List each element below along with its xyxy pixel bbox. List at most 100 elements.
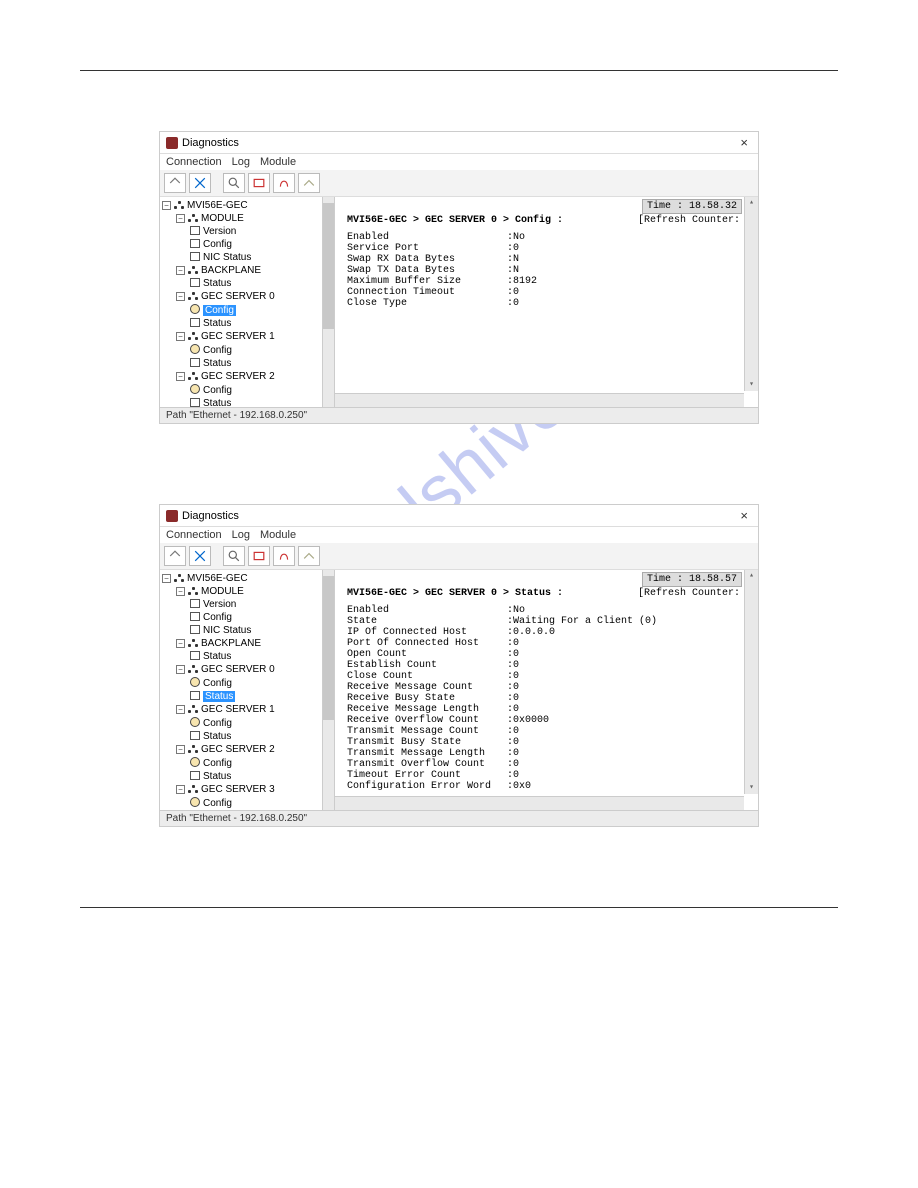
menu-module[interactable]: Module: [260, 156, 296, 168]
tree-item-version[interactable]: Version: [162, 225, 320, 238]
detail-vscroll[interactable]: ▴ ▾: [744, 570, 758, 794]
toggle-icon[interactable]: −: [162, 201, 171, 210]
toggle-icon[interactable]: −: [176, 639, 185, 648]
close-icon[interactable]: ×: [736, 135, 752, 150]
menu-module[interactable]: Module: [260, 529, 296, 541]
detail-hscroll[interactable]: [335, 796, 744, 810]
toolbar-btn-2[interactable]: [189, 173, 211, 193]
tree-pane[interactable]: −MVI56E-GEC−MODULEVersionConfigNIC Statu…: [160, 570, 335, 810]
tree-item-nic-status[interactable]: NIC Status: [162, 624, 320, 637]
tree-item-status[interactable]: Status: [162, 277, 320, 290]
toggle-icon[interactable]: −: [176, 292, 185, 301]
tree-scrollbar[interactable]: [322, 570, 334, 810]
tree-module[interactable]: −MODULE: [162, 212, 320, 225]
toolbar-btn-3-search-icon[interactable]: [223, 546, 245, 566]
toolbar-btn-6[interactable]: [298, 546, 320, 566]
kv-key: Transmit Busy State: [347, 737, 507, 748]
toggle-icon[interactable]: −: [176, 785, 185, 794]
toolbar-btn-2[interactable]: [189, 546, 211, 566]
toolbar-btn-5[interactable]: [273, 546, 295, 566]
tree-scrollbar[interactable]: [322, 197, 334, 407]
tree-item-config[interactable]: Config: [162, 238, 320, 251]
toggle-icon[interactable]: −: [176, 665, 185, 674]
menu-connection[interactable]: Connection: [166, 529, 222, 541]
tree-server-2[interactable]: −GEC SERVER 2: [162, 743, 320, 756]
tree-item-server0-config[interactable]: Config: [162, 676, 320, 690]
window-title: Diagnostics: [182, 510, 239, 522]
menu-log[interactable]: Log: [232, 529, 250, 541]
toolbar-btn-4[interactable]: [248, 546, 270, 566]
tree-item-server2-config[interactable]: Config: [162, 756, 320, 770]
kv-key: Close Type: [347, 298, 507, 309]
tree-item-version[interactable]: Version: [162, 598, 320, 611]
tree-server-0[interactable]: −GEC SERVER 0: [162, 290, 320, 303]
toolbar-btn-4[interactable]: [248, 173, 270, 193]
tree-server-1[interactable]: −GEC SERVER 1: [162, 703, 320, 716]
tree-item-server1-status[interactable]: Status: [162, 730, 320, 743]
tree-item-server0-config[interactable]: Config: [162, 303, 320, 317]
document-icon: [190, 599, 200, 608]
tree-server-3[interactable]: −GEC SERVER 3: [162, 783, 320, 796]
kv-value: :0: [507, 704, 519, 715]
network-icon: [188, 639, 198, 647]
menu-log[interactable]: Log: [232, 156, 250, 168]
tree-item-server3-config[interactable]: Config: [162, 796, 320, 810]
tree-pane[interactable]: −MVI56E-GEC−MODULEVersionConfigNIC Statu…: [160, 197, 335, 407]
kv-key: Transmit Overflow Count: [347, 759, 507, 770]
tree-item-server1-config[interactable]: Config: [162, 716, 320, 730]
toolbar-btn-6[interactable]: [298, 173, 320, 193]
toggle-icon[interactable]: −: [176, 266, 185, 275]
toggle-icon[interactable]: −: [162, 574, 171, 583]
status-values: Enabled:NoState:Waiting For a Client (0)…: [335, 605, 758, 792]
tree-item-server2-status[interactable]: Status: [162, 397, 320, 407]
tree-server-1[interactable]: −GEC SERVER 1: [162, 330, 320, 343]
toolbar-btn-5[interactable]: [273, 173, 295, 193]
document-icon: [190, 398, 200, 407]
tree-root[interactable]: −MVI56E-GEC: [162, 199, 320, 212]
tree-item-config[interactable]: Config: [162, 611, 320, 624]
titlebar[interactable]: Diagnostics ×: [160, 505, 758, 527]
tree-module[interactable]: −MODULE: [162, 585, 320, 598]
time-display: Time : 18.58.32: [642, 199, 742, 214]
kv-key: Receive Busy State: [347, 693, 507, 704]
toolbar-btn-3-search-icon[interactable]: [223, 173, 245, 193]
scroll-up-icon[interactable]: ▴: [746, 197, 758, 209]
kv-value: :0x0000: [507, 715, 549, 726]
detail-hscroll[interactable]: [335, 393, 744, 407]
toggle-icon[interactable]: −: [176, 332, 185, 341]
tree-item-server2-status[interactable]: Status: [162, 770, 320, 783]
config-values: Enabled:NoService Port:0Swap RX Data Byt…: [335, 232, 758, 309]
tree-item-server1-status[interactable]: Status: [162, 357, 320, 370]
tree-backplane[interactable]: −BACKPLANE: [162, 264, 320, 277]
kv-row: Close Count:0: [347, 671, 758, 682]
menu-connection[interactable]: Connection: [166, 156, 222, 168]
titlebar[interactable]: Diagnostics ×: [160, 132, 758, 154]
scroll-down-icon[interactable]: ▾: [746, 782, 758, 794]
kv-key: Receive Overflow Count: [347, 715, 507, 726]
scroll-up-icon[interactable]: ▴: [746, 570, 758, 582]
tree-item-nic-status[interactable]: NIC Status: [162, 251, 320, 264]
tree-backplane[interactable]: −BACKPLANE: [162, 637, 320, 650]
toggle-icon[interactable]: −: [176, 214, 185, 223]
kv-key: Port Of Connected Host: [347, 638, 507, 649]
kv-value: :0: [507, 693, 519, 704]
tree-server-2[interactable]: −GEC SERVER 2: [162, 370, 320, 383]
close-icon[interactable]: ×: [736, 508, 752, 523]
toggle-icon[interactable]: −: [176, 587, 185, 596]
tree-item-server0-status[interactable]: Status: [162, 690, 320, 703]
tree-item-status[interactable]: Status: [162, 650, 320, 663]
toggle-icon[interactable]: −: [176, 705, 185, 714]
tree-item-server1-config[interactable]: Config: [162, 343, 320, 357]
toolbar-btn-1[interactable]: [164, 546, 186, 566]
tree-root[interactable]: −MVI56E-GEC: [162, 572, 320, 585]
toggle-icon[interactable]: −: [176, 745, 185, 754]
detail-vscroll[interactable]: ▴ ▾: [744, 197, 758, 391]
tree-item-server2-config[interactable]: Config: [162, 383, 320, 397]
tree-server-0[interactable]: −GEC SERVER 0: [162, 663, 320, 676]
kv-row: Transmit Overflow Count:0: [347, 759, 758, 770]
scroll-down-icon[interactable]: ▾: [746, 379, 758, 391]
tree-item-server0-status[interactable]: Status: [162, 317, 320, 330]
toolbar-btn-1[interactable]: [164, 173, 186, 193]
kv-row: Configuration Error Word:0x0: [347, 781, 758, 792]
toggle-icon[interactable]: −: [176, 372, 185, 381]
